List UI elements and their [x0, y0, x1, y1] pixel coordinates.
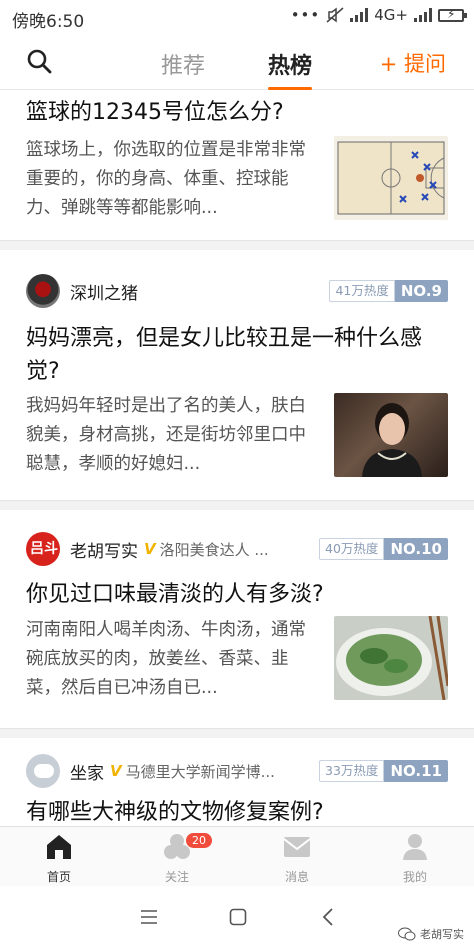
author-name[interactable]: 深圳之猪: [70, 279, 138, 304]
question-title[interactable]: 篮球的12345号位怎么分?: [26, 96, 448, 129]
author-row[interactable]: 吕斗 老胡写实 V 洛阳美食达人 ...: [26, 532, 269, 566]
watermark: 老胡写实: [398, 926, 464, 942]
battery-icon: ⚡: [438, 7, 467, 22]
system-nav-bar: 老胡写实: [0, 886, 474, 948]
heat-value: 33万热度: [319, 760, 385, 782]
author-description: 马德里大学新闻学博...: [125, 762, 275, 781]
status-time: 傍晚6:50: [12, 12, 85, 32]
card-separator: [0, 240, 474, 250]
signal-icon: [350, 8, 369, 22]
card-separator: [0, 728, 474, 738]
tab-hot-list[interactable]: 热榜: [268, 48, 313, 90]
avatar[interactable]: [26, 274, 60, 308]
heat-value: 41万热度: [329, 280, 395, 302]
watermark-text: 老胡写实: [420, 928, 464, 941]
home-button-icon[interactable]: [229, 908, 247, 926]
tab-messages-label: 消息: [284, 870, 309, 884]
question-title[interactable]: 你见过口味最清淡的人有多淡?: [26, 578, 448, 611]
back-icon[interactable]: [322, 907, 334, 927]
basketball-court-image: [337, 141, 445, 215]
rank-number: NO.10: [384, 538, 448, 560]
tab-recommend[interactable]: 推荐: [161, 48, 205, 80]
tab-follow-label: 关注: [164, 870, 189, 884]
tab-messages[interactable]: 消息: [257, 833, 337, 885]
soup-bowl-image: [336, 616, 448, 700]
author-row[interactable]: 深圳之猪: [26, 274, 138, 308]
question-card[interactable]: 坐家 V 马德里大学新闻学博... 33万热度 NO.11 有哪些大神级的文物修…: [0, 738, 474, 826]
question-card[interactable]: 篮球的12345号位怎么分? 篮球场上，你选取的位置是非常非常重要的，你的身高、…: [0, 90, 474, 240]
question-card[interactable]: 吕斗 老胡写实 V 洛阳美食达人 ... 40万热度 NO.10 你见过口味最清…: [0, 510, 474, 728]
heat-rank-badge: 40万热度 NO.10: [319, 538, 448, 560]
answer-excerpt[interactable]: 河南南阳人喝羊肉汤、牛肉汤，通常碗底放买的肉，放姜丝、香菜、韭菜，然后自已冲汤自…: [26, 616, 316, 703]
ask-question-button[interactable]: + 提问: [380, 48, 446, 78]
tab-hot-list-label: 热榜: [268, 54, 313, 79]
heat-rank-badge: 33万热度 NO.11: [319, 760, 448, 782]
message-icon: [283, 837, 311, 857]
woman-portrait-image: [362, 403, 422, 477]
question-title[interactable]: 有哪些大神级的文物修复案例?: [26, 796, 448, 826]
answer-excerpt[interactable]: 我妈妈年轻时是出了名的美人，肤白貌美，身材高挑，还是街坊邻里口中聪慧，孝顺的好媳…: [26, 392, 316, 479]
verified-icon: V: [110, 762, 122, 780]
status-bar: 傍晚6:50 ••• 4G+ ⚡: [0, 0, 474, 34]
question-card[interactable]: 深圳之猪 41万热度 NO.9 妈妈漂亮，但是女儿比较丑是一种什么感觉? 我妈妈…: [0, 250, 474, 500]
question-title[interactable]: 妈妈漂亮，但是女儿比较丑是一种什么感觉?: [26, 322, 448, 388]
search-icon[interactable]: [26, 48, 52, 74]
tab-profile-label: 我的: [402, 870, 427, 884]
author-name[interactable]: 老胡写实: [70, 537, 138, 562]
tab-home-label: 首页: [46, 870, 71, 884]
status-icons: ••• 4G+ ⚡: [290, 6, 467, 24]
wechat-icon: [398, 927, 416, 941]
home-icon: [47, 835, 71, 859]
question-thumbnail[interactable]: [334, 393, 448, 477]
top-nav: 推荐 热榜 + 提问: [0, 34, 474, 90]
rank-number: NO.11: [384, 760, 448, 782]
heat-rank-badge: 41万热度 NO.9: [329, 280, 448, 302]
menu-icon[interactable]: [140, 910, 158, 924]
tab-home[interactable]: 首页: [19, 833, 99, 885]
answer-excerpt[interactable]: 篮球场上，你选取的位置是非常非常重要的，你的身高、体重、控球能力、弹跳等等都能影…: [26, 136, 316, 223]
heat-value: 40万热度: [319, 538, 385, 560]
signal-icon-2: [414, 8, 432, 22]
question-thumbnail[interactable]: [334, 136, 448, 220]
avatar[interactable]: [26, 754, 60, 788]
bottom-tab-bar: 首页 关注 20 消息 我的: [0, 826, 474, 886]
mute-icon: [326, 7, 344, 23]
notification-badge: 20: [186, 833, 212, 848]
card-separator: [0, 500, 474, 510]
author-name[interactable]: 坐家: [70, 759, 104, 784]
hot-list-feed: 篮球的12345号位怎么分? 篮球场上，你选取的位置是非常非常重要的，你的身高、…: [0, 90, 474, 826]
author-description: 洛阳美食达人 ...: [159, 540, 269, 559]
author-row[interactable]: 坐家 V 马德里大学新闻学博...: [26, 754, 275, 788]
more-dots-icon: •••: [290, 6, 321, 24]
verified-icon: V: [144, 540, 156, 558]
avatar[interactable]: 吕斗: [26, 532, 60, 566]
tab-profile[interactable]: 我的: [375, 833, 455, 885]
rank-number: NO.9: [394, 280, 448, 302]
question-thumbnail[interactable]: [334, 616, 448, 700]
network-type: 4G+: [374, 6, 408, 24]
profile-icon: [403, 834, 427, 860]
